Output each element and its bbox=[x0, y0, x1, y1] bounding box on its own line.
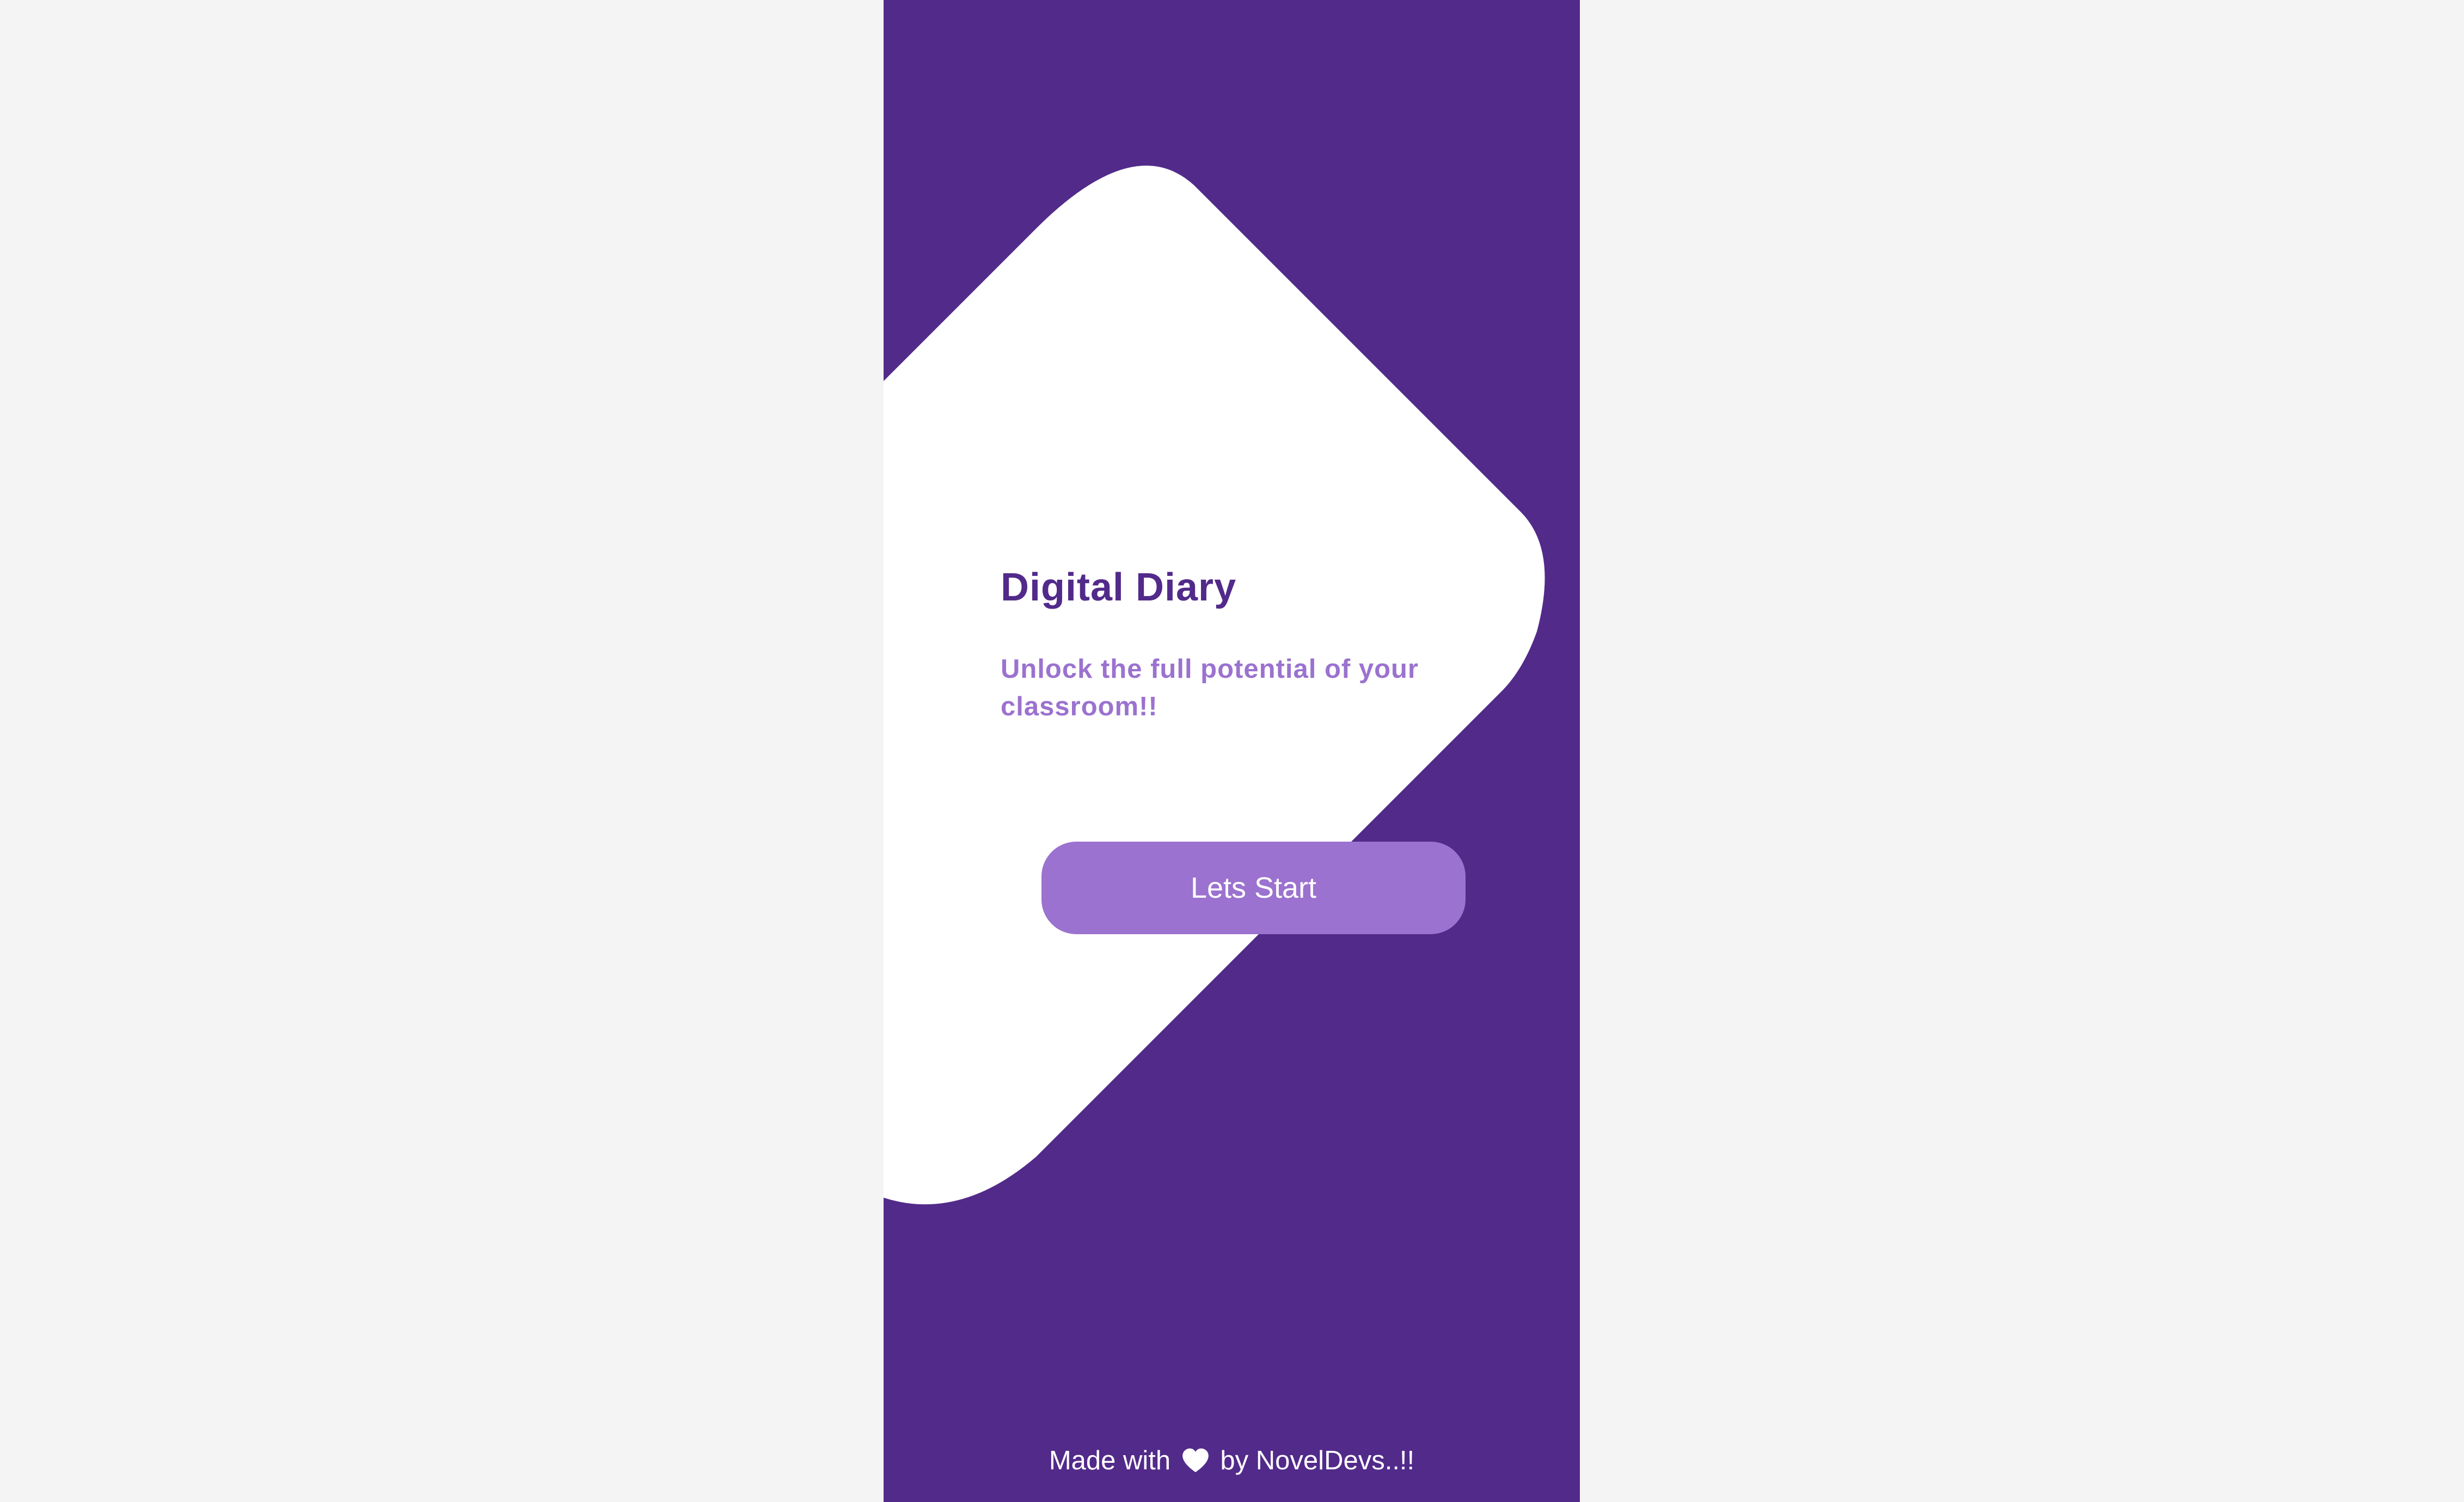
screen: Digital Diary Unlock the full potential … bbox=[0, 0, 2464, 1502]
footer-suffix: by NovelDevs..!! bbox=[1220, 1446, 1415, 1475]
app-screen: Digital Diary Unlock the full potential … bbox=[884, 0, 1580, 1502]
footer-credit: Made with by NovelDevs..!! bbox=[884, 1445, 1580, 1476]
lets-start-button[interactable]: Lets Start bbox=[1041, 842, 1466, 934]
heart-icon bbox=[1182, 1448, 1209, 1473]
app-tagline: Unlock the full potential of your classr… bbox=[1001, 654, 1419, 721]
diamond-shape bbox=[884, 165, 1545, 1205]
footer-prefix: Made with bbox=[1049, 1446, 1171, 1475]
app-title: Digital Diary bbox=[1001, 566, 1237, 609]
